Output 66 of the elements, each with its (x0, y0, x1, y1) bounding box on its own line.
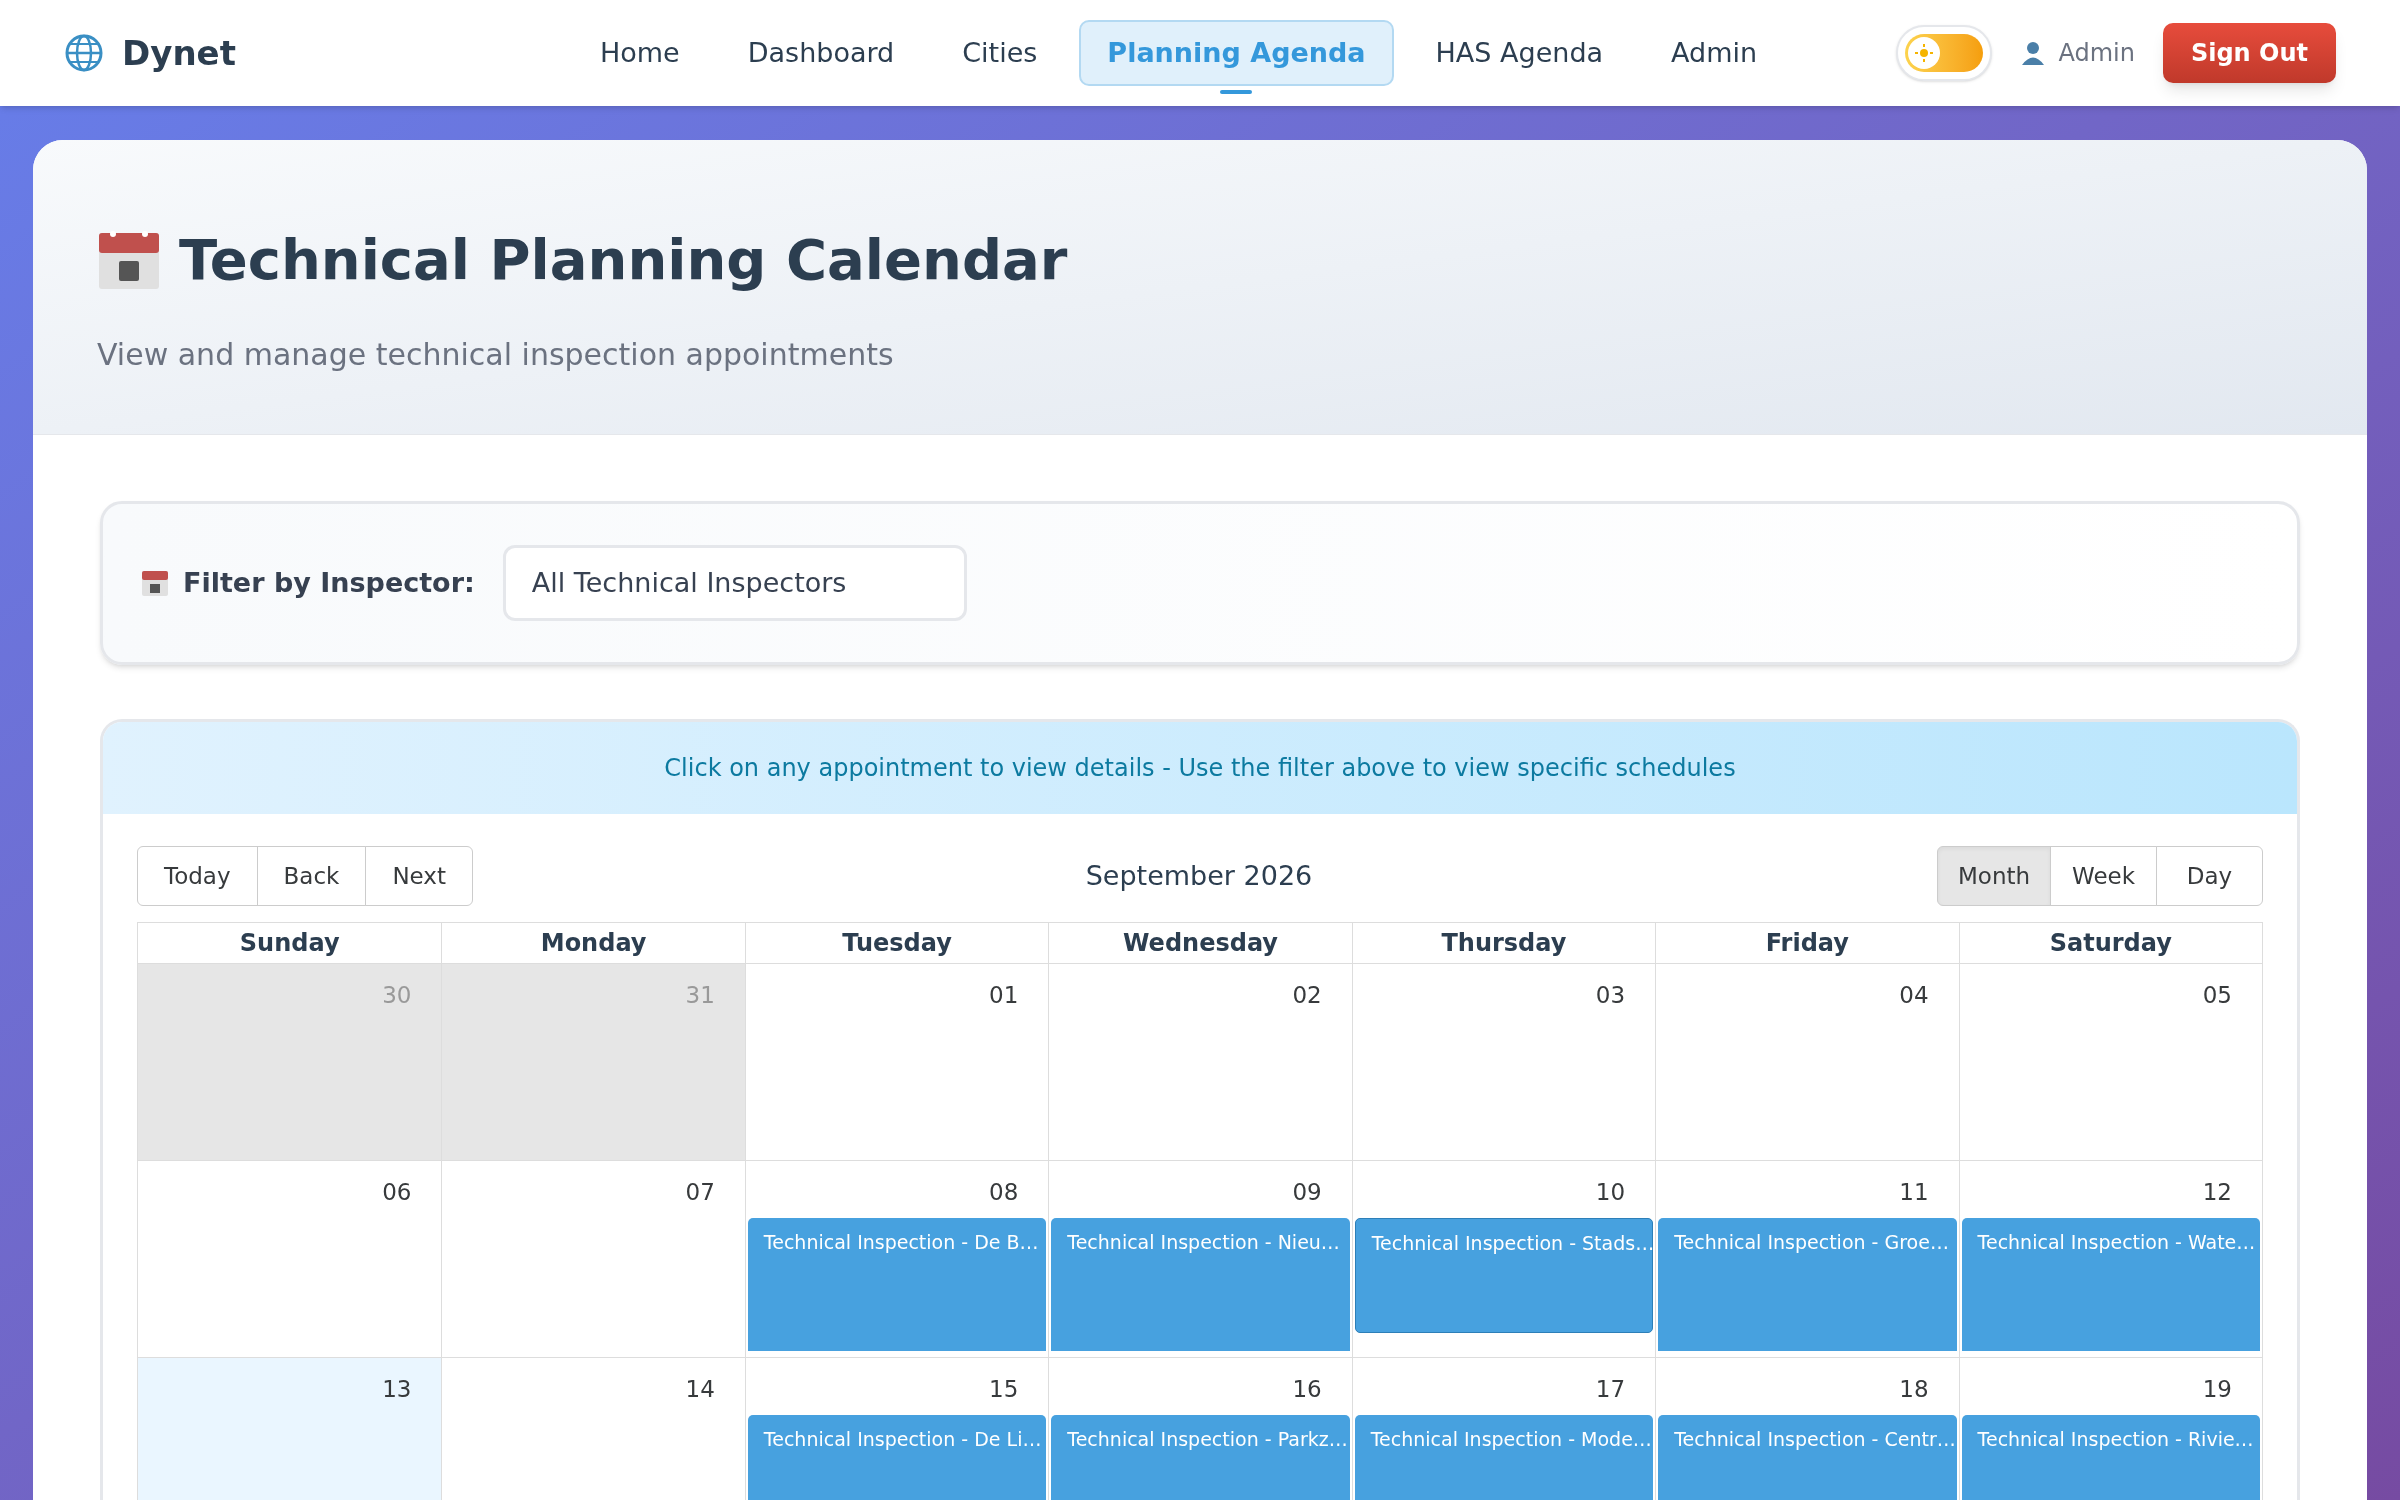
date-number: 07 (685, 1178, 716, 1207)
nav-link[interactable]: Dashboard (721, 20, 921, 86)
period-label: September 2026 (1084, 858, 1314, 893)
date-number: 05 (2202, 981, 2233, 1010)
calendar-nav-button[interactable]: Today (137, 846, 258, 906)
filter-label: Filter by Inspector: (183, 565, 475, 600)
date-number: 31 (685, 981, 716, 1010)
nav-link[interactable]: HAS Agenda (1409, 20, 1630, 86)
globe-icon (64, 33, 104, 73)
page-title: Technical Planning Calendar (179, 226, 1068, 294)
day-cell[interactable]: 10 Technical Inspection - Stads… (1351, 1161, 1656, 1357)
date-number: 16 (1292, 1375, 1323, 1404)
date-number: 13 (382, 1375, 413, 1404)
date-number: 10 (1595, 1178, 1627, 1207)
day-cell[interactable]: 18 Technical Inspection - Centr… (1655, 1358, 1959, 1500)
theme-toggle[interactable] (1896, 25, 1993, 81)
date-number: 09 (1292, 1178, 1323, 1207)
date-number: 03 (1595, 981, 1627, 1010)
day-cell[interactable]: 12 Technical Inspection - Wate… (1958, 1161, 2262, 1357)
day-cell[interactable]: 11 Technical Inspection - Groe… (1655, 1161, 1959, 1357)
day-cell[interactable]: 17 Technical Inspection - Mode… (1351, 1358, 1656, 1500)
brand-name[interactable]: Dynet (122, 27, 236, 79)
date-number: 30 (382, 981, 413, 1010)
day-cell[interactable]: 19 Technical Inspection - Rivie… (1958, 1358, 2262, 1500)
date-number: 19 (2202, 1375, 2233, 1404)
day-cell[interactable]: 13 (138, 1358, 442, 1500)
sun-icon (1914, 43, 1935, 63)
date-number: 06 (382, 1178, 413, 1207)
date-number: 15 (989, 1375, 1020, 1404)
day-cell[interactable]: 08 Technical Inspection - De B… (744, 1161, 1049, 1357)
weekday-header: Monday (441, 923, 745, 963)
day-cell[interactable]: 16 Technical Inspection - Parkz… (1048, 1358, 1352, 1500)
day-cell[interactable]: 15 Technical Inspection - De Li… (744, 1358, 1049, 1500)
day-cell[interactable]: 09 Technical Inspection - Nieu… (1048, 1161, 1352, 1357)
user-name: Admin (2058, 38, 2135, 69)
active-indicator (1220, 90, 1253, 94)
view-tab[interactable]: Week (2050, 846, 2158, 906)
weekday-header: Friday (1655, 923, 1959, 963)
calendar-icon (97, 229, 161, 291)
date-number: 04 (1899, 981, 1930, 1010)
info-banner: Click on any appointment to view details - Use the filter above to view specific schedules (103, 722, 2297, 814)
date-number: 14 (685, 1375, 716, 1404)
date-number: 02 (1292, 981, 1323, 1010)
view-tab[interactable]: Day (2156, 846, 2263, 906)
nav-link[interactable]: Cities (936, 20, 1064, 86)
calendar-icon (141, 569, 169, 597)
date-number: 12 (2202, 1178, 2233, 1207)
date-number: 01 (989, 981, 1020, 1010)
weekday-header: Thursday (1351, 923, 1656, 963)
page-subtitle: View and manage technical inspection appointments (97, 336, 895, 374)
sign-out-button[interactable]: Sign Out (2162, 23, 2336, 83)
nav-link[interactable]: Admin (1645, 20, 1784, 86)
weekday-header: Tuesday (744, 923, 1049, 963)
weekday-header: Saturday (1958, 923, 2262, 963)
weekday-header: Sunday (238, 928, 341, 959)
calendar-nav-button[interactable]: Back (256, 846, 367, 906)
user-icon (2020, 40, 2047, 66)
date-number: 08 (989, 1178, 1020, 1207)
date-number: 18 (1899, 1375, 1930, 1404)
weekday-header: Wednesday (1048, 923, 1352, 963)
calendar-nav-button[interactable]: Next (365, 846, 473, 906)
view-tab[interactable]: Month (1937, 846, 2052, 906)
date-number: 11 (1899, 1178, 1930, 1207)
inspector-select[interactable]: All Technical Inspectors (502, 545, 967, 621)
nav-link[interactable]: Home (574, 20, 706, 86)
date-number: 17 (1595, 1375, 1627, 1404)
